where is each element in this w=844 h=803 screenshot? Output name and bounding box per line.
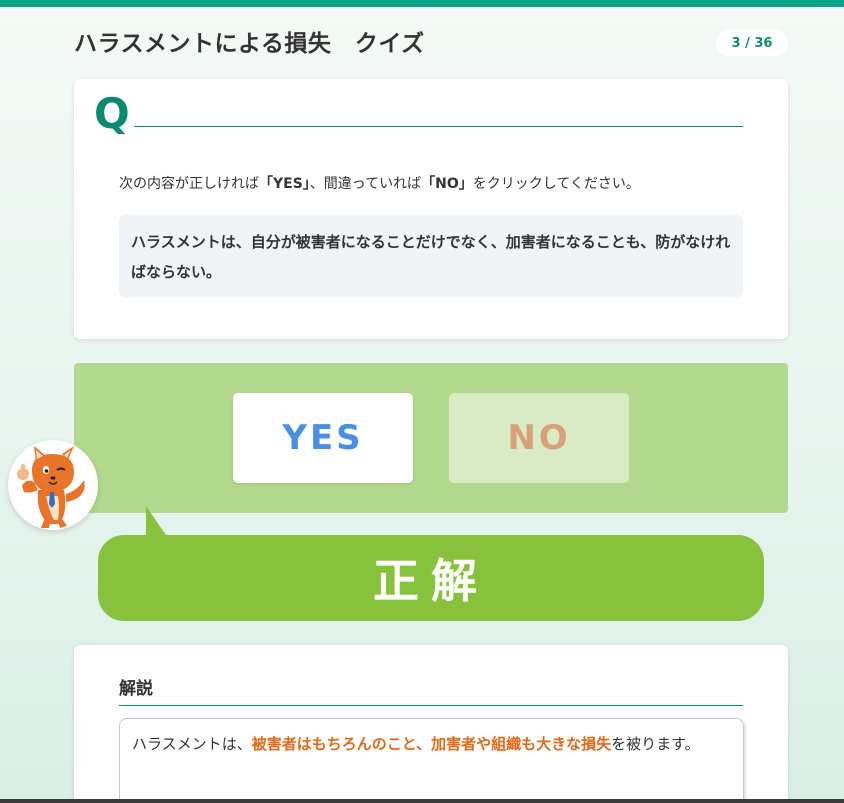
explanation-text-after: を被ります。 [611, 735, 700, 753]
top-accent-bar [0, 0, 844, 7]
result-bubble-tail [146, 506, 168, 538]
page-title: ハラスメントによる損失 クイズ [74, 31, 425, 57]
question-divider [134, 126, 743, 127]
question-instruction: 次の内容が正しければ「YES」、間違っていれば「NO」をクリックしてください。 [119, 173, 759, 193]
answer-panel: YES NO [74, 363, 788, 513]
instruction-no: 「NO」 [421, 176, 473, 192]
explanation-highlight: 被害者はもちろんのこと、加害者や組織も大きな損失 [251, 735, 612, 753]
no-button[interactable]: NO [449, 393, 629, 483]
explanation-text: ハラスメントは、被害者はもちろんのこと、加害者や組織も大きな損失を被ります。 [119, 718, 744, 803]
explanation-divider [119, 705, 743, 706]
progress-counter: 3 / 36 [716, 30, 788, 56]
instruction-text-1: 次の内容が正しければ [119, 176, 259, 192]
yes-button[interactable]: YES [233, 393, 413, 483]
instruction-text-3: をクリックしてください。 [472, 176, 640, 192]
instruction-yes: 「YES」 [259, 176, 310, 192]
result-correct-banner: 正解 [98, 535, 764, 621]
question-card: Q 次の内容が正しければ「YES」、間違っていれば「NO」をクリックしてください… [74, 79, 788, 339]
explanation-title: 解説 [119, 679, 153, 699]
question-marker: Q [94, 89, 130, 138]
explanation-card: 解説 ハラスメントは、被害者はもちろんのこと、加害者や組織も大きな損失を被ります… [74, 645, 788, 803]
window-bottom-edge [0, 799, 844, 803]
question-statement: ハラスメントは、自分が被害者になることだけでなく、加害者になることも、防がなけれ… [119, 215, 743, 297]
explanation-text-before: ハラスメントは、 [132, 735, 252, 753]
fox-mascot-thumbs-up-icon [8, 440, 98, 530]
instruction-text-2: 、間違っていれば [309, 176, 422, 192]
